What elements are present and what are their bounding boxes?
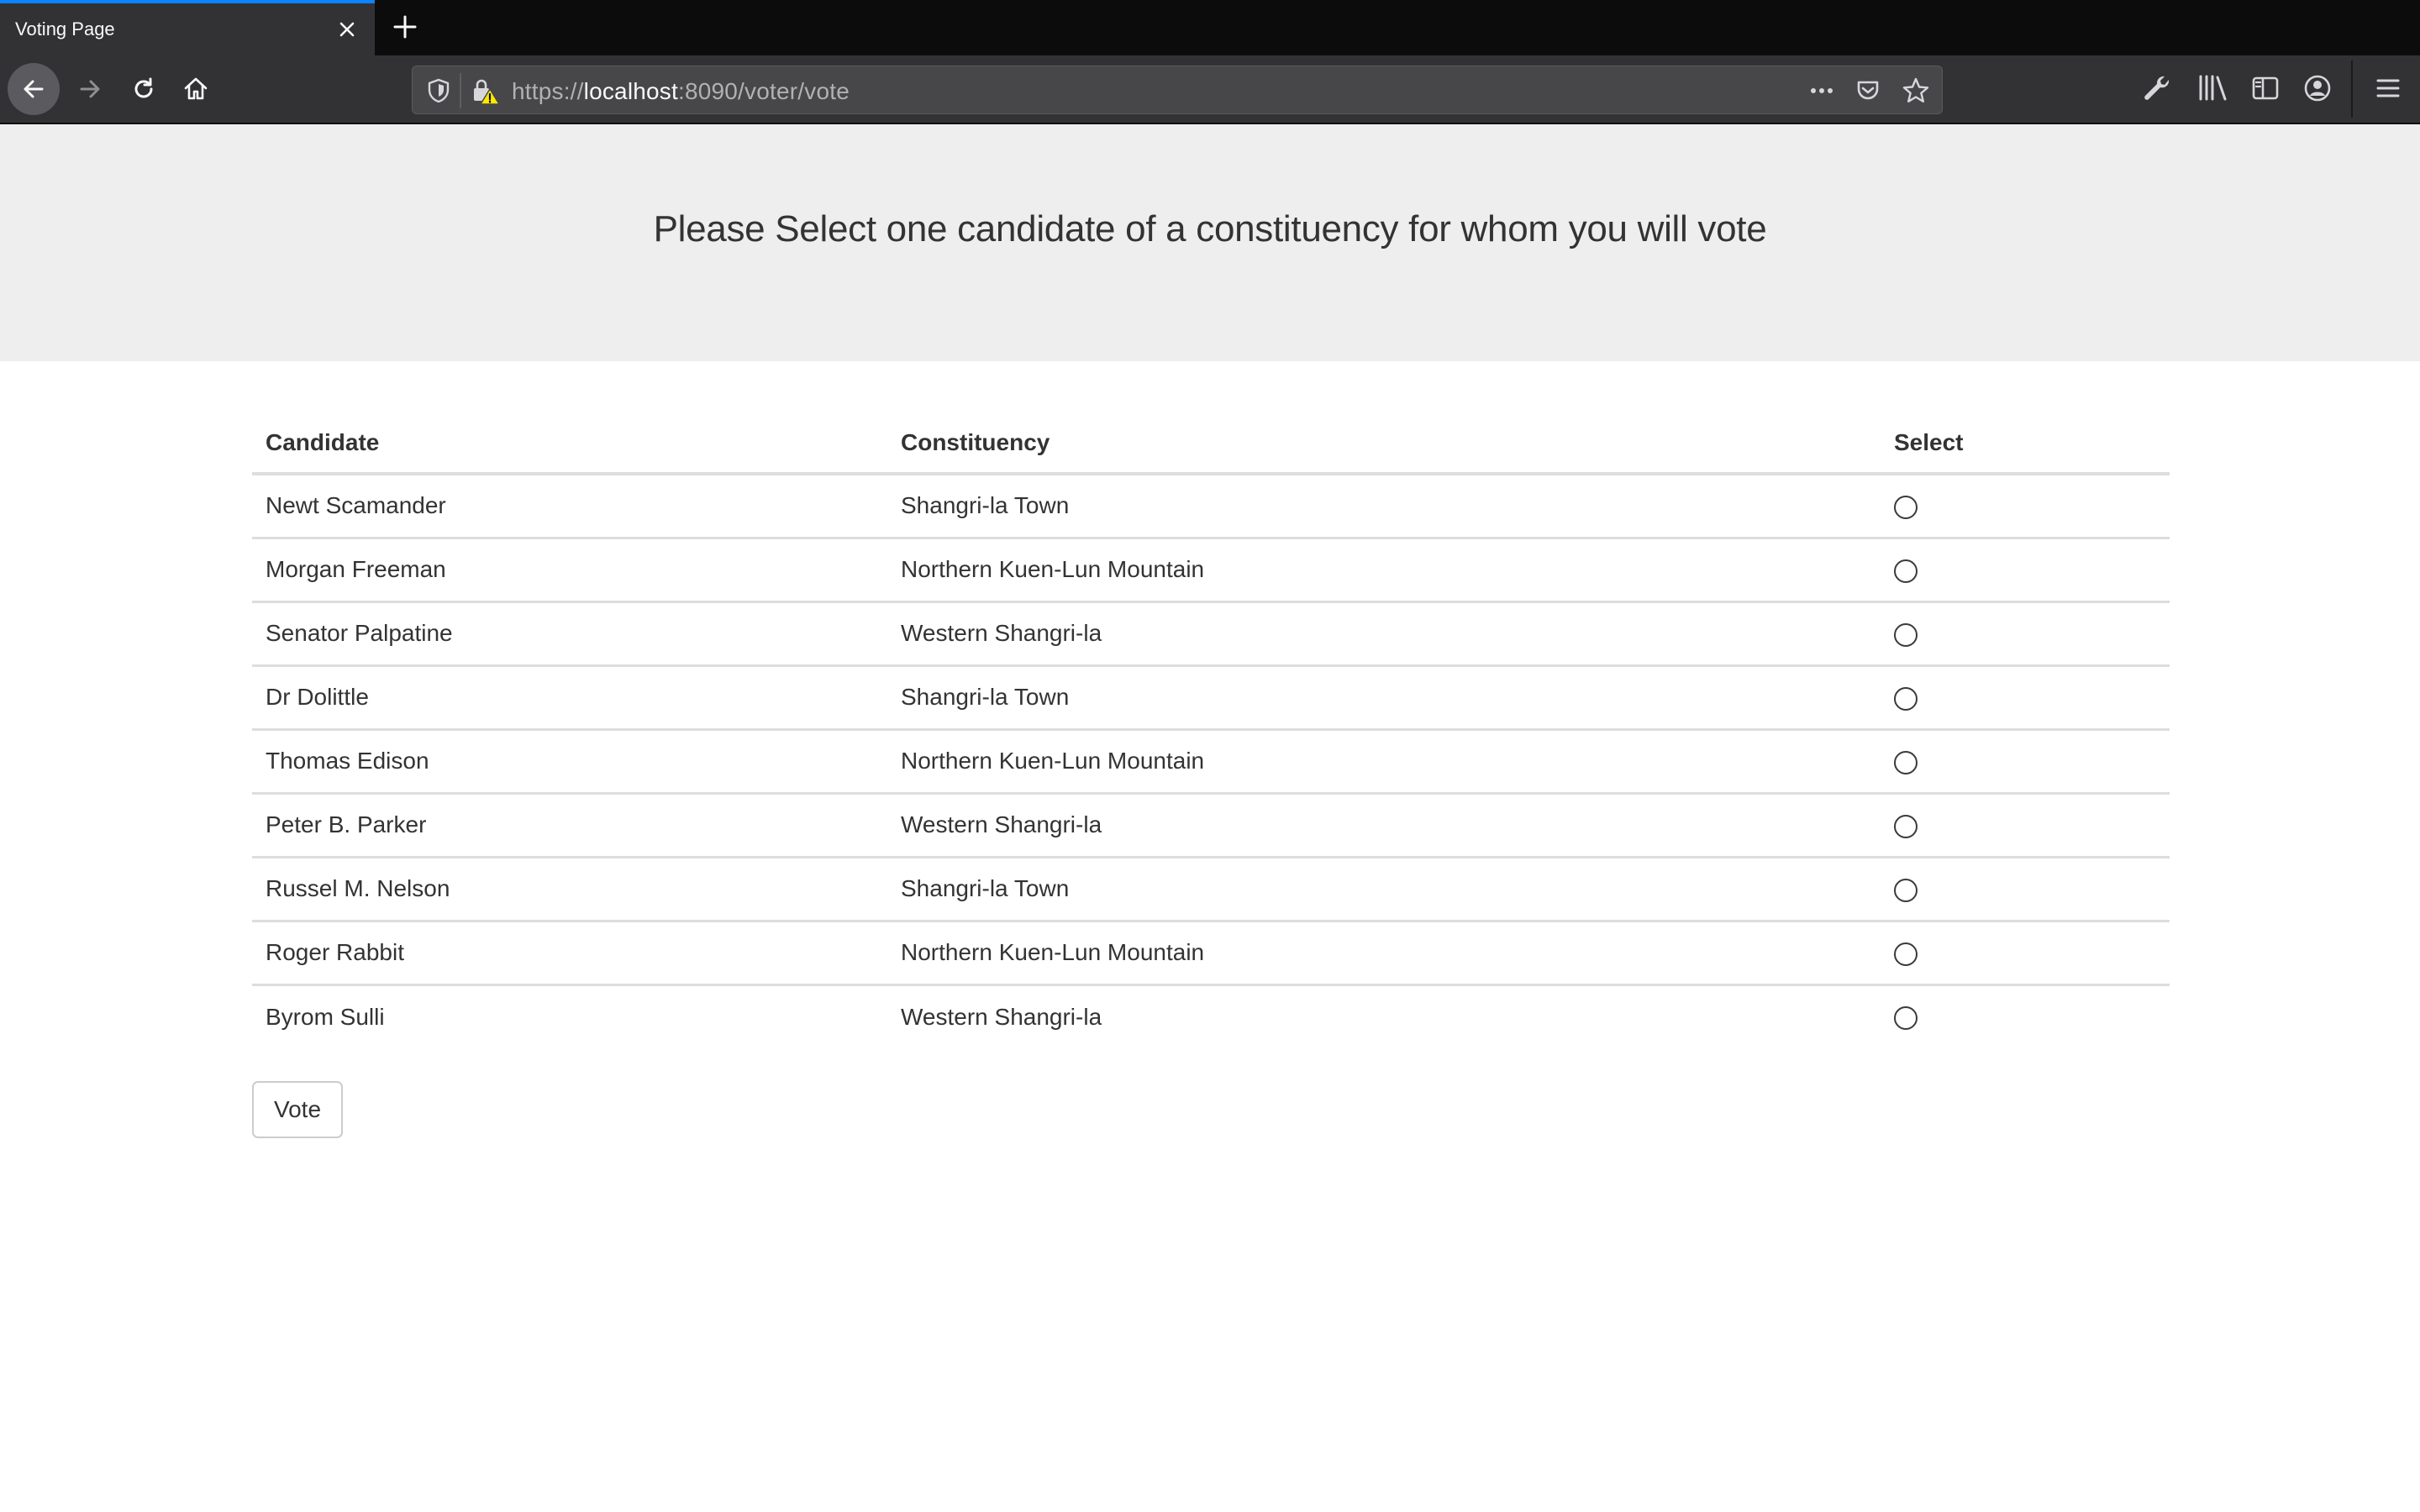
candidate-name: Newt Scamander [252,474,887,539]
table-row: Newt Scamander Shangri-la Town [252,474,2170,539]
column-header-constituency: Constituency [887,413,1881,475]
candidate-table: Candidate Constituency Select Newt Scama… [252,413,2170,1048]
column-header-select: Select [1881,413,2170,475]
home-icon[interactable] [170,63,222,115]
constituency-name: Northern Kuen-Lun Mountain [887,921,1881,986]
constituency-name: Shangri-la Town [887,474,1881,539]
insecure-lock-warning-icon[interactable] [471,77,502,110]
navigation-toolbar: https://localhost:8090/voter/vote [0,55,2420,124]
select-candidate-radio[interactable] [1894,878,1918,902]
wrench-icon[interactable] [2143,73,2173,108]
address-bar-separator [460,73,461,108]
toolbar-separator [2351,60,2353,118]
address-bar[interactable]: https://localhost:8090/voter/vote [412,66,1943,114]
new-tab-plus-icon[interactable] [388,10,422,44]
table-row: Thomas Edison Northern Kuen-Lun Mountain [252,729,2170,795]
column-header-candidate: Candidate [252,413,887,475]
table-row: Dr Dolittle Shangri-la Town [252,665,2170,731]
account-icon[interactable] [2302,73,2333,108]
url-text[interactable]: https://localhost:8090/voter/vote [512,78,850,105]
tab-voting-page[interactable]: Voting Page [0,0,375,55]
tab-title: Voting Page [15,18,115,39]
table-row: Roger Rabbit Northern Kuen-Lun Mountain [252,921,2170,986]
candidate-name: Byrom Sulli [266,1003,385,1030]
constituency-name: Shangri-la Town [887,857,1881,922]
page-actions-more-icon[interactable] [1807,77,1836,108]
vote-button[interactable]: Vote [252,1081,343,1138]
url-scheme: https:// [512,78,584,104]
select-candidate-radio[interactable] [1894,1006,1918,1031]
page-banner: Please Select one candidate of a constit… [0,124,2420,361]
reload-icon[interactable] [118,63,170,115]
table-row: Senator Palpatine Western Shangri-la [252,601,2170,667]
candidate-name: Thomas Edison [252,729,887,795]
page-heading: Please Select one candidate of a constit… [653,208,1767,249]
candidate-name: Morgan Freeman [252,538,887,603]
candidate-name: Russel M. Nelson [252,857,887,922]
select-candidate-radio[interactable] [1894,622,1918,647]
table-row: Morgan Freeman Northern Kuen-Lun Mountai… [252,538,2170,603]
url-host: localhost [583,78,678,104]
candidate-name: Senator Palpatine [252,601,887,667]
candidate-name: Peter B. Parker [252,793,887,858]
table-row: Peter B. Parker Western Shangri-la [252,793,2170,858]
candidate-name: Dr Dolittle [252,665,887,731]
select-candidate-radio[interactable] [1894,750,1918,774]
constituency-name: Northern Kuen-Lun Mountain [887,538,1881,603]
constituency-name: Western Shangri-la [887,601,1881,667]
candidate-name: Roger Rabbit [252,921,887,986]
sidebar-icon[interactable] [2250,73,2281,108]
table-header-row: Candidate Constituency Select [252,413,2170,475]
forward-arrow-icon[interactable] [64,63,116,115]
hamburger-menu-icon[interactable] [2373,73,2403,108]
table-row: Russel M. Nelson Shangri-la Town [252,857,2170,922]
select-candidate-radio[interactable] [1894,686,1918,711]
select-candidate-radio[interactable] [1894,942,1918,966]
table-row: Byrom Sulli Western Shangri-la [252,984,2170,1048]
constituency-name: Western Shangri-la [887,793,1881,858]
tab-strip: Voting Page [0,0,2420,55]
select-candidate-radio[interactable] [1894,814,1918,838]
pocket-icon[interactable] [1854,77,1881,108]
constituency-name: Northern Kuen-Lun Mountain [887,729,1881,795]
url-path: :8090/voter/vote [677,78,850,104]
tracking-protection-shield-icon[interactable] [426,77,451,108]
select-candidate-radio[interactable] [1894,559,1918,583]
constituency-name: Shangri-la Town [887,665,1881,731]
constituency-name: Western Shangri-la [901,1003,1102,1030]
library-icon[interactable] [2196,73,2228,108]
select-candidate-radio[interactable] [1894,495,1918,519]
back-arrow-icon[interactable] [8,63,60,115]
bookmark-star-icon[interactable] [1902,76,1930,109]
close-icon[interactable] [333,15,361,44]
